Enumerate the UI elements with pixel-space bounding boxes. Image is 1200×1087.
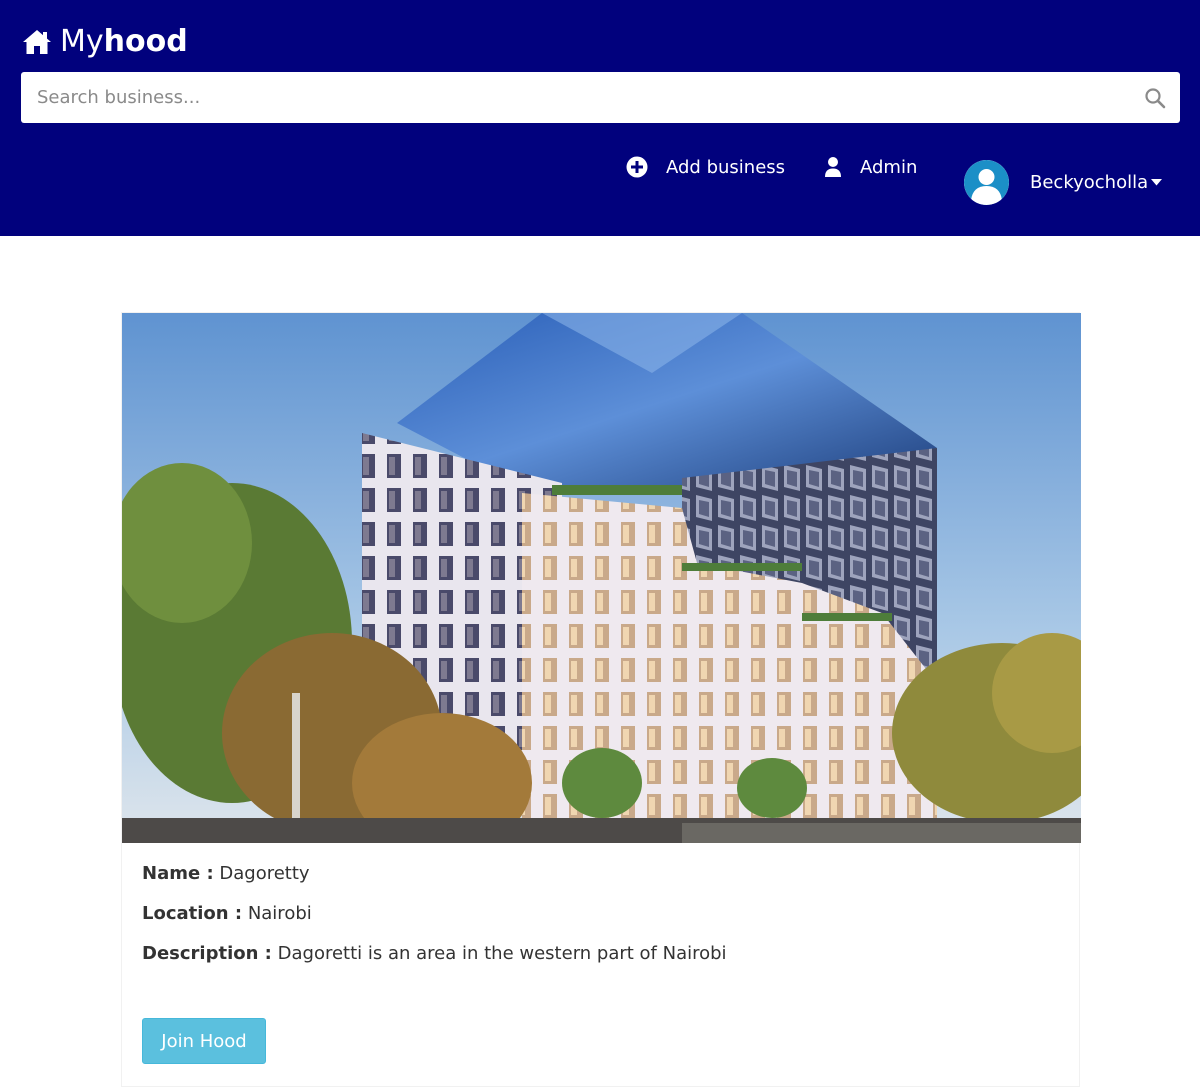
search-icon[interactable] <box>1144 87 1166 109</box>
username-label: Beckyocholla <box>1030 172 1149 193</box>
join-hood-button[interactable]: Join Hood <box>142 1018 266 1064</box>
add-business-label: Add business <box>666 156 786 178</box>
search-bar <box>21 72 1180 123</box>
description-label: Description : <box>142 943 272 964</box>
location-label: Location : <box>142 903 243 924</box>
search-input[interactable] <box>21 72 1121 123</box>
add-business-link[interactable]: Add business <box>626 156 785 178</box>
admin-link[interactable]: Admin <box>824 156 917 178</box>
home-icon <box>23 29 51 54</box>
hood-location-line: Location : Nairobi <box>142 903 312 924</box>
hood-name-line: Name : Dagoretty <box>142 863 310 884</box>
plus-circle-icon <box>626 156 648 178</box>
top-navbar: Myhood Add business Admin <box>0 0 1200 236</box>
avatar <box>964 160 1009 205</box>
hood-card: Name : Dagoretty Location : Nairobi Desc… <box>121 312 1081 1087</box>
hood-location: Nairobi <box>247 903 312 924</box>
brand-name-part-1: My <box>60 24 104 59</box>
admin-label: Admin <box>860 156 918 178</box>
hood-description-line: Description : Dagoretti is an area in th… <box>142 943 727 964</box>
brand-link[interactable]: My hood <box>22 24 188 59</box>
hood-name: Dagoretty <box>219 863 310 884</box>
user-dropdown[interactable]: Beckyocholla <box>964 160 1163 205</box>
building-photo <box>122 313 1081 843</box>
brand-name-part-2: hood <box>103 24 188 59</box>
user-icon <box>825 157 841 177</box>
caret-down-icon <box>1151 179 1163 186</box>
hood-description: Dagoretti is an area in the western part… <box>277 943 727 964</box>
name-label: Name : <box>142 863 214 884</box>
